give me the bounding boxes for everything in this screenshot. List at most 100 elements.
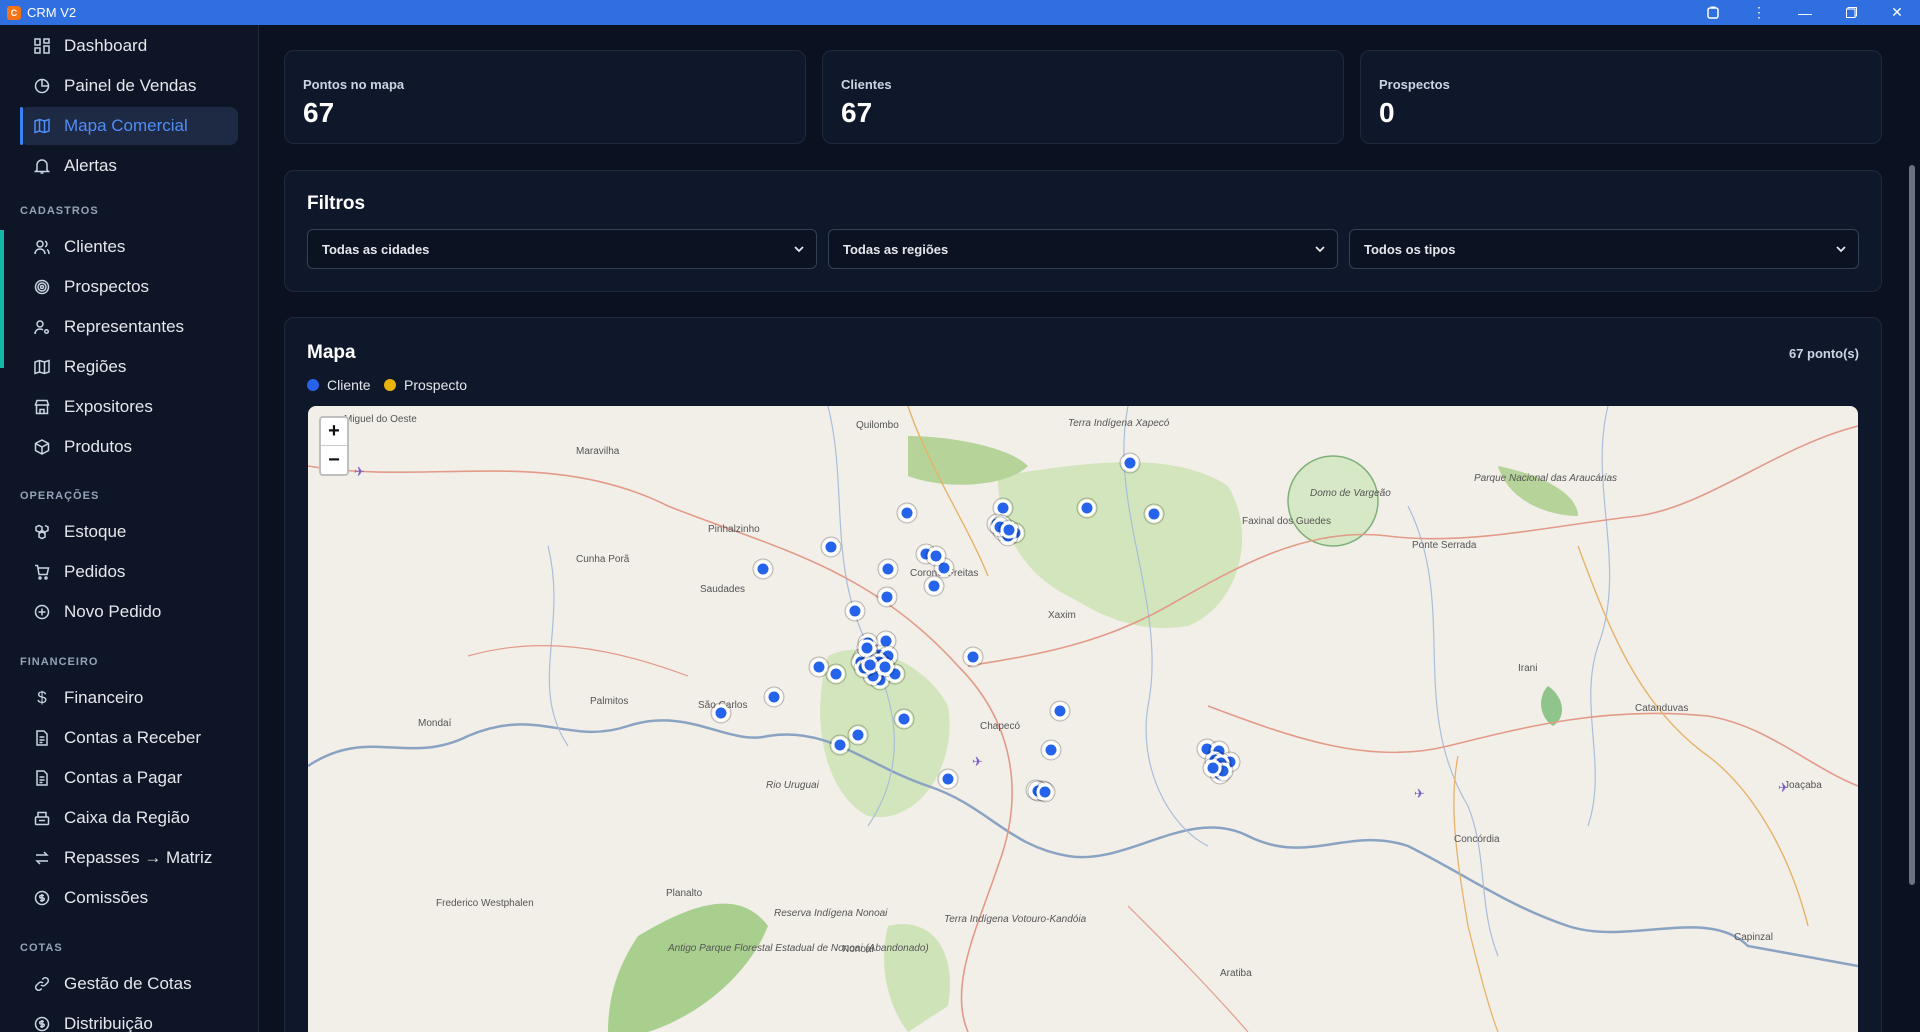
- client-marker[interactable]: [1000, 521, 1018, 539]
- map-label: Planalto: [666, 888, 703, 899]
- client-marker[interactable]: [898, 504, 916, 522]
- client-marker[interactable]: [939, 770, 957, 788]
- client-marker[interactable]: [1036, 783, 1054, 801]
- close-icon[interactable]: ✕: [1874, 0, 1920, 25]
- sidebar-item-gestao-de-cotas[interactable]: Gestão de Cotas: [20, 965, 238, 1003]
- sidebar-item-pedidos[interactable]: Pedidos: [20, 553, 238, 591]
- client-marker[interactable]: [1042, 741, 1060, 759]
- client-marker[interactable]: [849, 726, 867, 744]
- sidebar-item-label: Expositores: [64, 397, 153, 416]
- client-marker[interactable]: [858, 639, 876, 657]
- client-marker[interactable]: [831, 736, 849, 754]
- sidebar-item-financeiro[interactable]: $ Financeiro: [20, 679, 238, 717]
- client-marker[interactable]: [827, 665, 845, 683]
- client-marker[interactable]: [1078, 499, 1096, 517]
- sidebar-item-label: Comissões: [64, 888, 149, 907]
- stat-value: 67: [303, 97, 335, 128]
- scrollbar-thumb[interactable]: [1909, 165, 1915, 885]
- sidebar-item-comissoes[interactable]: Comissões: [20, 879, 238, 917]
- dollar-circle-icon: [32, 1014, 52, 1032]
- map-title: Mapa: [307, 342, 356, 363]
- map-label: Antigo Parque Florestal Estadual de Nono…: [667, 943, 929, 954]
- zoom-in-button[interactable]: +: [321, 418, 347, 446]
- sidebar-item-repasses-matriz[interactable]: Repasses → Matriz: [20, 839, 238, 877]
- client-marker[interactable]: [879, 560, 897, 578]
- cash-register-icon: [32, 808, 52, 828]
- sidebar-item-mapa-comercial[interactable]: Mapa Comercial: [20, 107, 238, 145]
- select-value: Todas as regiões: [843, 241, 949, 257]
- map-label: Parque Nacional das Araucárias: [1474, 473, 1617, 484]
- client-marker[interactable]: [810, 658, 828, 676]
- client-marker[interactable]: [994, 499, 1012, 517]
- map-label: Cunha Porã: [576, 554, 630, 565]
- sidebar-item-label: Dashboard: [64, 36, 148, 55]
- sidebar: Dashboard Painel de Vendas Mapa Comercia…: [0, 25, 259, 1032]
- sidebar-item-painel-de-vendas[interactable]: Painel de Vendas: [20, 67, 238, 105]
- page-scrollbar[interactable]: [1904, 25, 1920, 1032]
- menu-dots-icon[interactable]: ⋮: [1736, 0, 1782, 25]
- sidebar-item-contas-a-receber[interactable]: Contas a Receber: [20, 719, 238, 757]
- store-icon: [32, 397, 52, 417]
- legend-label: Cliente: [327, 377, 371, 393]
- client-marker[interactable]: [754, 560, 772, 578]
- client-marker[interactable]: [1051, 702, 1069, 720]
- stat-value: 67: [841, 97, 873, 128]
- sidebar-item-caixa-da-regiao[interactable]: Caixa da Região: [20, 799, 238, 837]
- sidebar-item-produtos[interactable]: Produtos: [20, 428, 238, 466]
- link-icon: [32, 974, 52, 994]
- map-label: Catanduvas: [1635, 703, 1688, 714]
- client-marker[interactable]: [925, 577, 943, 595]
- client-marker[interactable]: [712, 704, 730, 722]
- extension-icon[interactable]: [1690, 0, 1736, 25]
- type-select[interactable]: Todos os tipos: [1349, 229, 1859, 269]
- client-marker[interactable]: [876, 658, 894, 676]
- client-marker[interactable]: [1204, 759, 1222, 777]
- sidebar-item-clientes[interactable]: Clientes: [20, 228, 238, 266]
- stat-card-pontos: Pontos no mapa 67: [284, 50, 806, 144]
- client-marker[interactable]: [822, 538, 840, 556]
- maximize-icon[interactable]: [1828, 0, 1874, 25]
- map-label: Irani: [1518, 663, 1537, 674]
- sidebar-item-label: Contas a Pagar: [64, 768, 183, 787]
- map-label: Concórdia: [1454, 834, 1500, 845]
- users-icon: [32, 237, 52, 257]
- stat-label: Pontos no mapa: [303, 77, 405, 92]
- stat-label: Clientes: [841, 77, 892, 92]
- sidebar-item-label: Financeiro: [64, 688, 144, 707]
- sidebar-item-label: Painel de Vendas: [64, 76, 197, 95]
- client-marker[interactable]: [895, 710, 913, 728]
- sidebar-item-distribuicao[interactable]: Distribuição: [20, 1005, 238, 1032]
- client-marker[interactable]: [927, 547, 945, 565]
- cart-icon: [32, 562, 52, 582]
- sidebar-item-estoque[interactable]: Estoque: [20, 513, 238, 551]
- airport-icon: ✈: [972, 754, 983, 769]
- client-marker[interactable]: [964, 648, 982, 666]
- client-marker[interactable]: [1121, 454, 1139, 472]
- airport-icon: ✈: [1414, 786, 1425, 801]
- sidebar-item-prospectos[interactable]: Prospectos: [20, 268, 238, 306]
- client-marker[interactable]: [846, 602, 864, 620]
- chevron-down-icon: [1315, 246, 1325, 253]
- client-marker[interactable]: [1145, 505, 1163, 523]
- map-canvas[interactable]: Quilombo Terra Indígena Xapecó Maravilha…: [308, 406, 1858, 1032]
- minimize-icon[interactable]: —: [1782, 0, 1828, 25]
- city-select[interactable]: Todas as cidades: [307, 229, 817, 269]
- sidebar-item-representantes[interactable]: Representantes: [20, 308, 238, 346]
- client-marker[interactable]: [765, 688, 783, 706]
- sidebar-item-label: Caixa da Região: [64, 808, 190, 827]
- zoom-out-button[interactable]: −: [321, 446, 347, 474]
- map-label: Pinhalzinho: [708, 524, 760, 535]
- client-marker[interactable]: [878, 588, 896, 606]
- sidebar-item-dashboard[interactable]: Dashboard: [20, 27, 238, 65]
- map-label: Saudades: [700, 584, 745, 595]
- sidebar-item-alertas[interactable]: Alertas: [20, 147, 238, 185]
- region-select[interactable]: Todas as regiões: [828, 229, 1338, 269]
- sidebar-accent: [0, 230, 4, 368]
- section-cadastros: CADASTROS: [20, 205, 99, 217]
- sidebar-item-contas-a-pagar[interactable]: Contas a Pagar: [20, 759, 238, 797]
- sidebar-item-expositores[interactable]: Expositores: [20, 388, 238, 426]
- sidebar-item-novo-pedido[interactable]: Novo Pedido: [20, 593, 238, 631]
- sidebar-item-regioes[interactable]: Regiões: [20, 348, 238, 386]
- select-value: Todas as cidades: [322, 241, 430, 257]
- legend-prospecto: Prospecto: [384, 377, 467, 393]
